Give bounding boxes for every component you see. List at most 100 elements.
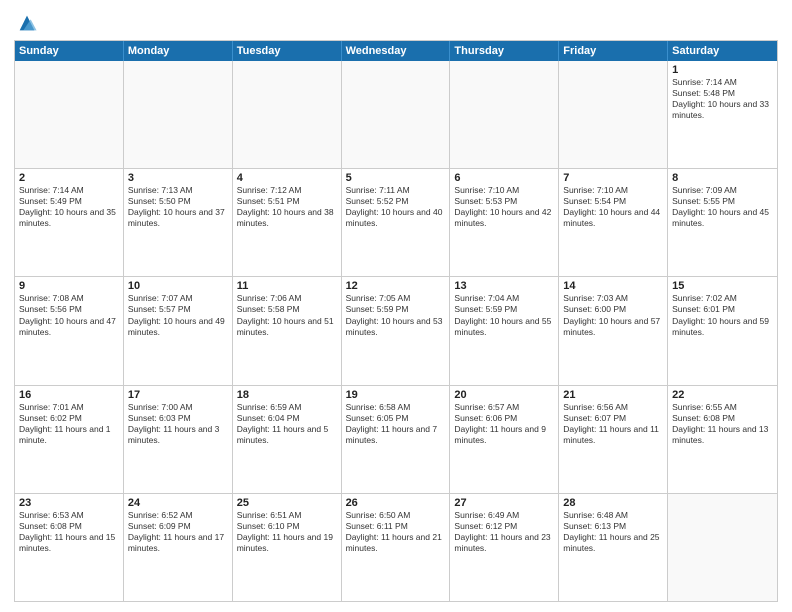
calendar-cell: 21Sunrise: 6:56 AM Sunset: 6:07 PM Dayli… <box>559 386 668 493</box>
cell-text: Sunrise: 6:56 AM Sunset: 6:07 PM Dayligh… <box>563 402 663 446</box>
cell-text: Sunrise: 6:55 AM Sunset: 6:08 PM Dayligh… <box>672 402 773 446</box>
calendar-header: SundayMondayTuesdayWednesdayThursdayFrid… <box>15 41 777 61</box>
day-number: 28 <box>563 497 663 509</box>
header-cell-saturday: Saturday <box>668 41 777 61</box>
cell-text: Sunrise: 7:05 AM Sunset: 5:59 PM Dayligh… <box>346 293 446 337</box>
day-number: 19 <box>346 389 446 401</box>
logo-icon <box>16 12 38 34</box>
day-number: 1 <box>672 64 773 76</box>
calendar-cell <box>124 61 233 168</box>
calendar-cell: 9Sunrise: 7:08 AM Sunset: 5:56 PM Daylig… <box>15 277 124 384</box>
cell-text: Sunrise: 6:51 AM Sunset: 6:10 PM Dayligh… <box>237 510 337 554</box>
calendar-cell: 2Sunrise: 7:14 AM Sunset: 5:49 PM Daylig… <box>15 169 124 276</box>
day-number: 14 <box>563 280 663 292</box>
header-cell-monday: Monday <box>124 41 233 61</box>
cell-text: Sunrise: 7:13 AM Sunset: 5:50 PM Dayligh… <box>128 185 228 229</box>
day-number: 23 <box>19 497 119 509</box>
cell-text: Sunrise: 7:08 AM Sunset: 5:56 PM Dayligh… <box>19 293 119 337</box>
day-number: 16 <box>19 389 119 401</box>
calendar-cell: 14Sunrise: 7:03 AM Sunset: 6:00 PM Dayli… <box>559 277 668 384</box>
cell-text: Sunrise: 7:00 AM Sunset: 6:03 PM Dayligh… <box>128 402 228 446</box>
cell-text: Sunrise: 7:01 AM Sunset: 6:02 PM Dayligh… <box>19 402 119 446</box>
calendar-cell: 3Sunrise: 7:13 AM Sunset: 5:50 PM Daylig… <box>124 169 233 276</box>
day-number: 4 <box>237 172 337 184</box>
cell-text: Sunrise: 7:04 AM Sunset: 5:59 PM Dayligh… <box>454 293 554 337</box>
calendar-cell <box>559 61 668 168</box>
calendar-row: 2Sunrise: 7:14 AM Sunset: 5:49 PM Daylig… <box>15 169 777 277</box>
day-number: 10 <box>128 280 228 292</box>
calendar-cell: 26Sunrise: 6:50 AM Sunset: 6:11 PM Dayli… <box>342 494 451 601</box>
calendar-cell: 1Sunrise: 7:14 AM Sunset: 5:48 PM Daylig… <box>668 61 777 168</box>
calendar-cell: 16Sunrise: 7:01 AM Sunset: 6:02 PM Dayli… <box>15 386 124 493</box>
header-cell-sunday: Sunday <box>15 41 124 61</box>
day-number: 3 <box>128 172 228 184</box>
calendar-cell: 15Sunrise: 7:02 AM Sunset: 6:01 PM Dayli… <box>668 277 777 384</box>
header-cell-tuesday: Tuesday <box>233 41 342 61</box>
cell-text: Sunrise: 6:58 AM Sunset: 6:05 PM Dayligh… <box>346 402 446 446</box>
cell-text: Sunrise: 7:07 AM Sunset: 5:57 PM Dayligh… <box>128 293 228 337</box>
calendar-cell: 24Sunrise: 6:52 AM Sunset: 6:09 PM Dayli… <box>124 494 233 601</box>
day-number: 17 <box>128 389 228 401</box>
day-number: 27 <box>454 497 554 509</box>
calendar-cell: 22Sunrise: 6:55 AM Sunset: 6:08 PM Dayli… <box>668 386 777 493</box>
calendar-cell: 23Sunrise: 6:53 AM Sunset: 6:08 PM Dayli… <box>15 494 124 601</box>
calendar-row: 1Sunrise: 7:14 AM Sunset: 5:48 PM Daylig… <box>15 61 777 169</box>
calendar-cell: 11Sunrise: 7:06 AM Sunset: 5:58 PM Dayli… <box>233 277 342 384</box>
day-number: 15 <box>672 280 773 292</box>
day-number: 26 <box>346 497 446 509</box>
calendar-cell: 6Sunrise: 7:10 AM Sunset: 5:53 PM Daylig… <box>450 169 559 276</box>
cell-text: Sunrise: 7:06 AM Sunset: 5:58 PM Dayligh… <box>237 293 337 337</box>
day-number: 2 <box>19 172 119 184</box>
day-number: 12 <box>346 280 446 292</box>
cell-text: Sunrise: 6:50 AM Sunset: 6:11 PM Dayligh… <box>346 510 446 554</box>
cell-text: Sunrise: 6:53 AM Sunset: 6:08 PM Dayligh… <box>19 510 119 554</box>
day-number: 7 <box>563 172 663 184</box>
calendar-cell: 28Sunrise: 6:48 AM Sunset: 6:13 PM Dayli… <box>559 494 668 601</box>
calendar-cell: 19Sunrise: 6:58 AM Sunset: 6:05 PM Dayli… <box>342 386 451 493</box>
cell-text: Sunrise: 7:11 AM Sunset: 5:52 PM Dayligh… <box>346 185 446 229</box>
calendar-body: 1Sunrise: 7:14 AM Sunset: 5:48 PM Daylig… <box>15 61 777 601</box>
cell-text: Sunrise: 7:10 AM Sunset: 5:53 PM Dayligh… <box>454 185 554 229</box>
logo <box>14 14 38 34</box>
cell-text: Sunrise: 7:09 AM Sunset: 5:55 PM Dayligh… <box>672 185 773 229</box>
header-cell-thursday: Thursday <box>450 41 559 61</box>
calendar-cell <box>15 61 124 168</box>
day-number: 21 <box>563 389 663 401</box>
day-number: 6 <box>454 172 554 184</box>
day-number: 8 <box>672 172 773 184</box>
cell-text: Sunrise: 7:02 AM Sunset: 6:01 PM Dayligh… <box>672 293 773 337</box>
calendar-cell <box>668 494 777 601</box>
header-cell-friday: Friday <box>559 41 668 61</box>
day-number: 20 <box>454 389 554 401</box>
calendar-cell: 13Sunrise: 7:04 AM Sunset: 5:59 PM Dayli… <box>450 277 559 384</box>
day-number: 25 <box>237 497 337 509</box>
cell-text: Sunrise: 7:03 AM Sunset: 6:00 PM Dayligh… <box>563 293 663 337</box>
day-number: 11 <box>237 280 337 292</box>
calendar-cell: 7Sunrise: 7:10 AM Sunset: 5:54 PM Daylig… <box>559 169 668 276</box>
cell-text: Sunrise: 7:10 AM Sunset: 5:54 PM Dayligh… <box>563 185 663 229</box>
calendar-row: 16Sunrise: 7:01 AM Sunset: 6:02 PM Dayli… <box>15 386 777 494</box>
calendar: SundayMondayTuesdayWednesdayThursdayFrid… <box>14 40 778 602</box>
cell-text: Sunrise: 6:59 AM Sunset: 6:04 PM Dayligh… <box>237 402 337 446</box>
calendar-cell: 8Sunrise: 7:09 AM Sunset: 5:55 PM Daylig… <box>668 169 777 276</box>
page: SundayMondayTuesdayWednesdayThursdayFrid… <box>0 0 792 612</box>
header <box>14 10 778 34</box>
calendar-cell: 12Sunrise: 7:05 AM Sunset: 5:59 PM Dayli… <box>342 277 451 384</box>
day-number: 18 <box>237 389 337 401</box>
day-number: 13 <box>454 280 554 292</box>
calendar-cell: 27Sunrise: 6:49 AM Sunset: 6:12 PM Dayli… <box>450 494 559 601</box>
day-number: 22 <box>672 389 773 401</box>
calendar-cell <box>233 61 342 168</box>
calendar-cell: 17Sunrise: 7:00 AM Sunset: 6:03 PM Dayli… <box>124 386 233 493</box>
calendar-row: 23Sunrise: 6:53 AM Sunset: 6:08 PM Dayli… <box>15 494 777 601</box>
calendar-cell: 18Sunrise: 6:59 AM Sunset: 6:04 PM Dayli… <box>233 386 342 493</box>
calendar-cell: 4Sunrise: 7:12 AM Sunset: 5:51 PM Daylig… <box>233 169 342 276</box>
cell-text: Sunrise: 7:14 AM Sunset: 5:48 PM Dayligh… <box>672 77 773 121</box>
day-number: 9 <box>19 280 119 292</box>
cell-text: Sunrise: 6:49 AM Sunset: 6:12 PM Dayligh… <box>454 510 554 554</box>
header-cell-wednesday: Wednesday <box>342 41 451 61</box>
cell-text: Sunrise: 6:52 AM Sunset: 6:09 PM Dayligh… <box>128 510 228 554</box>
calendar-cell: 5Sunrise: 7:11 AM Sunset: 5:52 PM Daylig… <box>342 169 451 276</box>
cell-text: Sunrise: 6:48 AM Sunset: 6:13 PM Dayligh… <box>563 510 663 554</box>
calendar-cell <box>450 61 559 168</box>
